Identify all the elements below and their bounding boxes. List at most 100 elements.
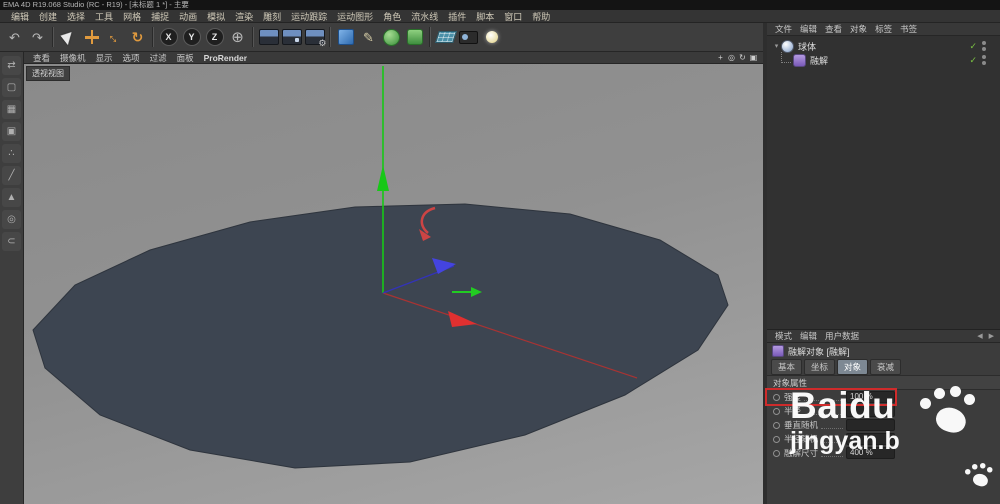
keyframe-dot[interactable] bbox=[773, 422, 780, 429]
object-row-sphere[interactable]: ▾ 球体 ✓ bbox=[767, 39, 1000, 53]
live-selection-tool[interactable] bbox=[57, 25, 80, 49]
workplane-mode-button[interactable]: ▣ bbox=[2, 122, 21, 141]
menu-mograph[interactable]: 运动图形 bbox=[332, 10, 378, 23]
render-settings-button[interactable]: ⚙ bbox=[303, 25, 326, 49]
om-menu-bookmarks[interactable]: 书签 bbox=[896, 23, 921, 35]
keyframe-dot[interactable] bbox=[773, 436, 780, 443]
menu-tools[interactable]: 工具 bbox=[90, 10, 118, 23]
am-menu-mode[interactable]: 模式 bbox=[771, 330, 796, 342]
param-row-radial-randomness: 半径随机 bbox=[767, 432, 895, 446]
z-axis-lock-button[interactable]: Z bbox=[203, 25, 226, 49]
viewport-menu-panel[interactable]: 面板 bbox=[172, 52, 199, 64]
orbit-view-icon[interactable]: ↻ bbox=[737, 53, 748, 62]
om-menu-file[interactable]: 文件 bbox=[771, 23, 796, 35]
title-bar: EMA 4D R19.068 Studio (RC - R19) - [未标题 … bbox=[0, 0, 1000, 10]
keyframe-dot[interactable] bbox=[773, 408, 780, 415]
light-button[interactable] bbox=[480, 25, 503, 49]
zoom-view-icon[interactable]: ◎ bbox=[726, 53, 737, 62]
menu-motion-tracker[interactable]: 运动跟踪 bbox=[286, 10, 332, 23]
menu-render[interactable]: 渲染 bbox=[230, 10, 258, 23]
om-menu-tags[interactable]: 标签 bbox=[871, 23, 896, 35]
object-row-melt[interactable]: 融解 ✓ bbox=[767, 53, 1000, 67]
viewport-menu-view[interactable]: 查看 bbox=[28, 52, 55, 64]
expander-icon[interactable]: ▾ bbox=[772, 42, 781, 50]
undo-button[interactable]: ↶ bbox=[3, 25, 26, 49]
menu-window[interactable]: 窗口 bbox=[499, 10, 527, 23]
menu-help[interactable]: 帮助 bbox=[527, 10, 555, 23]
menu-script[interactable]: 脚本 bbox=[471, 10, 499, 23]
melt-deformer-icon bbox=[772, 345, 784, 357]
viewport-menu-options[interactable]: 选项 bbox=[118, 52, 145, 64]
tab-falloff[interactable]: 衰减 bbox=[870, 359, 901, 375]
om-menu-edit[interactable]: 编辑 bbox=[796, 23, 821, 35]
tab-coordinates[interactable]: 坐标 bbox=[804, 359, 835, 375]
tab-basic[interactable]: 基本 bbox=[771, 359, 802, 375]
am-menu-edit[interactable]: 编辑 bbox=[796, 330, 821, 342]
coordinate-system-button[interactable]: ⊕ bbox=[226, 25, 249, 49]
menu-character[interactable]: 角色 bbox=[378, 10, 406, 23]
viewport-canvas[interactable]: 透视视图 bbox=[24, 64, 763, 504]
keyframe-dot[interactable] bbox=[773, 394, 780, 401]
radius-value-field[interactable] bbox=[846, 405, 895, 417]
object-name[interactable]: 球体 bbox=[798, 40, 816, 53]
texture-mode-button[interactable]: ▦ bbox=[2, 100, 21, 119]
toolbar-separator bbox=[252, 27, 254, 47]
subdivision-surface-icon bbox=[383, 29, 400, 46]
strength-value-field[interactable]: 100 % bbox=[846, 391, 895, 403]
visibility-dots[interactable] bbox=[982, 54, 986, 66]
menu-mesh[interactable]: 网格 bbox=[118, 10, 146, 23]
enabled-check-icon[interactable]: ✓ bbox=[969, 55, 977, 66]
camera-button[interactable] bbox=[457, 25, 480, 49]
model-mode-button[interactable]: ▢ bbox=[2, 78, 21, 97]
move-tool[interactable] bbox=[80, 25, 103, 49]
axis-mode-button[interactable]: ◎ bbox=[2, 210, 21, 229]
menu-animate[interactable]: 动画 bbox=[174, 10, 202, 23]
view-label[interactable]: 透视视图 bbox=[26, 66, 70, 81]
menu-sculpt[interactable]: 雕刻 bbox=[258, 10, 286, 23]
edges-mode-button[interactable]: ╱ bbox=[2, 166, 21, 185]
maximize-view-icon[interactable]: ▣ bbox=[748, 53, 759, 62]
points-mode-button[interactable]: ∴ bbox=[2, 144, 21, 163]
melted-sphere-disc bbox=[33, 204, 728, 468]
menu-pipeline[interactable]: 流水线 bbox=[406, 10, 443, 23]
radial-randomness-value-field[interactable] bbox=[846, 433, 895, 445]
viewport-menu-display[interactable]: 显示 bbox=[91, 52, 118, 64]
melted-size-value-field[interactable]: 400 % bbox=[846, 447, 895, 459]
object-name[interactable]: 融解 bbox=[810, 54, 828, 67]
viewport-menu-prorender[interactable]: ProRender bbox=[199, 53, 252, 63]
menu-snap[interactable]: 捕捉 bbox=[146, 10, 174, 23]
scale-tool[interactable]: ↔ bbox=[103, 25, 126, 49]
visibility-dots[interactable] bbox=[982, 40, 986, 52]
y-axis-lock-button[interactable]: Y bbox=[180, 25, 203, 49]
render-view-button[interactable] bbox=[257, 25, 280, 49]
menu-simulate[interactable]: 模拟 bbox=[202, 10, 230, 23]
spline-pen-button[interactable]: ✎ bbox=[357, 25, 380, 49]
add-primitive-cube-button[interactable] bbox=[334, 25, 357, 49]
viewport-menu-filter[interactable]: 过滤 bbox=[145, 52, 172, 64]
render-picture-viewer-button[interactable] bbox=[280, 25, 303, 49]
viewport-menu-bar: 查看 摄像机 显示 选项 过滤 面板 ProRender + ◎ ↻ ▣ bbox=[24, 52, 763, 64]
convert-tool-button[interactable]: ⇄ bbox=[2, 56, 21, 75]
om-menu-view[interactable]: 查看 bbox=[821, 23, 846, 35]
rotate-tool[interactable]: ↻ bbox=[126, 25, 149, 49]
keyframe-dot[interactable] bbox=[773, 450, 780, 457]
menu-plugins[interactable]: 插件 bbox=[443, 10, 471, 23]
floor-button[interactable] bbox=[434, 25, 457, 49]
redo-button[interactable]: ↷ bbox=[26, 25, 49, 49]
polygons-mode-button[interactable]: ▲ bbox=[2, 188, 21, 207]
am-menu-user-data[interactable]: 用户数据 bbox=[821, 330, 863, 342]
menu-select[interactable]: 选择 bbox=[62, 10, 90, 23]
subdivision-surface-button[interactable] bbox=[380, 25, 403, 49]
snap-toggle-button[interactable]: ⊂ bbox=[2, 232, 21, 251]
om-menu-objects[interactable]: 对象 bbox=[846, 23, 871, 35]
menu-create[interactable]: 创建 bbox=[34, 10, 62, 23]
history-arrows-icon[interactable]: ◀ ▶ bbox=[977, 332, 996, 340]
menu-edit[interactable]: 编辑 bbox=[6, 10, 34, 23]
enabled-check-icon[interactable]: ✓ bbox=[969, 41, 977, 52]
tab-object[interactable]: 对象 bbox=[837, 359, 868, 375]
generators-button[interactable] bbox=[403, 25, 426, 49]
vertical-randomness-value-field[interactable] bbox=[846, 419, 895, 431]
viewport-menu-cameras[interactable]: 摄像机 bbox=[55, 52, 91, 64]
x-axis-lock-button[interactable]: X bbox=[157, 25, 180, 49]
pan-view-icon[interactable]: + bbox=[715, 53, 726, 62]
